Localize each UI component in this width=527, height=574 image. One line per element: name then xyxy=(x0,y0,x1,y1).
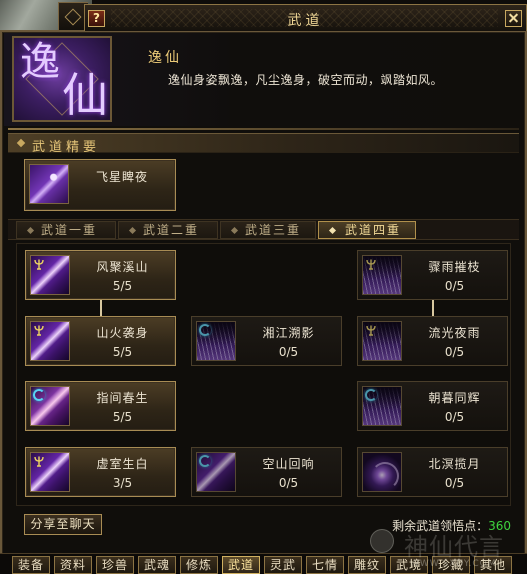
school-name: 逸仙 xyxy=(148,50,182,66)
skill-name: 流光夜雨 xyxy=(428,326,481,340)
moon-badge-icon xyxy=(365,389,377,401)
school-description: 逸仙身姿飘逸，凡尘逸身，破空而动，飒踏如风。 xyxy=(168,73,444,87)
skill-name: 北溟揽月 xyxy=(428,457,481,471)
diamond-bullet-icon xyxy=(328,226,337,235)
skill-card[interactable]: 流光夜雨 0/5 xyxy=(357,316,508,366)
sword-slash-icon xyxy=(30,255,70,295)
tab-tier-2[interactable]: 武道二重 xyxy=(118,221,218,239)
skill-name: 朝暮同辉 xyxy=(428,391,481,405)
essence-skill-name: 飞星睥夜 xyxy=(95,170,148,184)
bottom-tab-cultivation[interactable]: 修炼 xyxy=(180,556,218,574)
bottom-tab-profile[interactable]: 资料 xyxy=(54,556,92,574)
rain-streak-icon xyxy=(362,321,402,361)
tab-label: 武道一重 xyxy=(41,223,98,237)
bottom-tab-wudao[interactable]: 武道 xyxy=(222,556,260,574)
flying-figure-icon xyxy=(29,164,69,204)
diamond-bullet-icon xyxy=(128,226,137,235)
diamond-bullet-icon xyxy=(16,138,26,148)
sword-slash-icon xyxy=(30,452,70,492)
skill-tree-panel: 风聚溪山 5/5 骤雨摧枝 0/5 山火袭身 5/5 湘江溯影 0/5 流光夜雨… xyxy=(16,243,511,506)
skill-level: 0/5 xyxy=(278,476,299,490)
skill-name: 指间春生 xyxy=(96,391,149,405)
tab-label: 武道二重 xyxy=(143,223,200,237)
skill-level: 0/5 xyxy=(444,410,465,424)
skill-level: 0/5 xyxy=(444,279,465,293)
moon-badge-icon xyxy=(33,389,45,401)
trident-badge-icon xyxy=(34,325,44,336)
tab-label: 武道三重 xyxy=(245,223,302,237)
remaining-points-label: 剩余武道领悟点： xyxy=(392,519,489,533)
essence-section-header: 武道精要 xyxy=(8,133,519,155)
skill-level: 5/5 xyxy=(112,410,133,424)
diamond-bullet-icon xyxy=(26,226,35,235)
sword-slash-icon xyxy=(30,386,70,426)
emblem-char-2: 仙 xyxy=(62,68,108,122)
skill-card[interactable]: 北溟揽月 0/5 xyxy=(357,447,508,497)
swirl-moon-icon xyxy=(362,452,402,492)
title-bar[interactable]: ? 武道 xyxy=(84,4,527,31)
tab-tier-3[interactable]: 武道三重 xyxy=(220,221,316,239)
window-title: 武道 xyxy=(287,13,324,29)
wave-streak-icon xyxy=(362,386,402,426)
essence-section-title: 武道精要 xyxy=(32,140,101,155)
rain-streak-icon xyxy=(362,255,402,295)
emblem-char-1: 逸 xyxy=(20,39,60,85)
tab-tier-1[interactable]: 武道一重 xyxy=(16,221,116,239)
wave-streak-icon xyxy=(196,321,236,361)
skill-name: 虚室生白 xyxy=(96,457,149,471)
bottom-tab-bar: 装备 资料 珍兽 武魂 修炼 武道 灵武 七情 雕纹 武境 珍藏 其他 xyxy=(0,553,527,574)
sword-slash-icon xyxy=(196,452,236,492)
header-divider xyxy=(8,128,519,130)
bottom-tab-collection[interactable]: 珍藏 xyxy=(432,556,470,574)
skill-level: 3/5 xyxy=(112,476,133,490)
bottom-tab-pets[interactable]: 珍兽 xyxy=(96,556,134,574)
tab-label: 武道四重 xyxy=(345,223,402,237)
tree-connector xyxy=(100,300,102,316)
skill-name: 山火袭身 xyxy=(96,326,149,340)
skill-name: 骤雨摧枝 xyxy=(428,260,481,274)
trident-badge-icon xyxy=(366,259,376,270)
moon-badge-icon xyxy=(199,455,211,467)
trident-badge-icon xyxy=(34,259,44,270)
skill-card[interactable]: 骤雨摧枝 0/5 xyxy=(357,250,508,300)
skill-name: 风聚溪山 xyxy=(96,260,149,274)
tier-tabs: 武道一重 武道二重 武道三重 武道四重 xyxy=(8,219,519,240)
tab-tier-4[interactable]: 武道四重 xyxy=(318,221,416,239)
remaining-points: 剩余武道领悟点：360 xyxy=(392,517,511,534)
trident-badge-icon xyxy=(34,456,44,467)
bottom-tab-engraving[interactable]: 雕纹 xyxy=(348,556,386,574)
remaining-points-value: 360 xyxy=(488,519,511,533)
bottom-tab-soul[interactable]: 武魂 xyxy=(138,556,176,574)
skill-name: 湘江溯影 xyxy=(262,326,315,340)
skill-card[interactable]: 湘江溯影 0/5 xyxy=(191,316,342,366)
skill-level: 0/5 xyxy=(444,345,465,359)
skill-card[interactable]: 空山回响 0/5 xyxy=(191,447,342,497)
wudao-window-root: ? 武道 逸 仙 逸仙 逸仙身姿飘逸，凡尘逸身，破空而动，飒踏如风。 武道精要 … xyxy=(0,0,527,574)
tree-connector xyxy=(432,300,434,316)
bottom-tab-realm[interactable]: 武境 xyxy=(390,556,428,574)
skill-card[interactable]: 风聚溪山 5/5 xyxy=(25,250,176,300)
share-to-chat-button[interactable]: 分享至聊天 xyxy=(24,514,102,535)
bottom-tab-spirit-weapon[interactable]: 灵武 xyxy=(264,556,302,574)
skill-level: 0/5 xyxy=(278,345,299,359)
skill-name: 空山回响 xyxy=(262,457,315,471)
trident-badge-icon xyxy=(366,325,376,336)
bottom-tab-emotions[interactable]: 七情 xyxy=(306,556,344,574)
skill-card[interactable]: 朝暮同辉 0/5 xyxy=(357,381,508,431)
skill-level: 5/5 xyxy=(112,345,133,359)
diamond-bullet-icon xyxy=(230,226,239,235)
skill-level: 5/5 xyxy=(112,279,133,293)
essence-skill-card[interactable]: 飞星睥夜 xyxy=(24,159,176,211)
moon-badge-icon xyxy=(199,324,211,336)
bottom-tab-other[interactable]: 其他 xyxy=(474,556,512,574)
sword-slash-icon xyxy=(30,321,70,361)
skill-card[interactable]: 山火袭身 5/5 xyxy=(25,316,176,366)
close-button[interactable] xyxy=(505,10,522,27)
school-emblem: 逸 仙 xyxy=(12,36,112,122)
skill-level: 0/5 xyxy=(444,476,465,490)
bottom-tab-equipment[interactable]: 装备 xyxy=(12,556,50,574)
skill-card[interactable]: 虚室生白 3/5 xyxy=(25,447,176,497)
skill-card[interactable]: 指间春生 5/5 xyxy=(25,381,176,431)
